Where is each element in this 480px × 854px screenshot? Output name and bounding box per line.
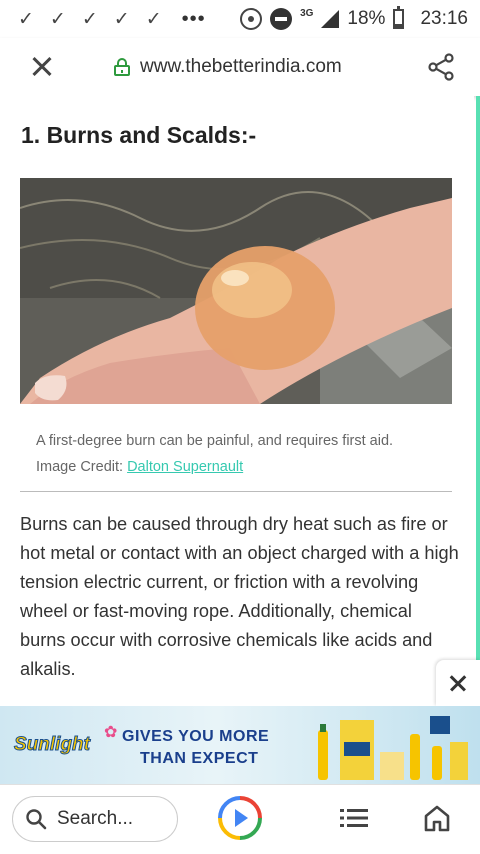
battery-percent: 18% [347,8,386,29]
do-not-disturb-icon [270,8,293,30]
check-icon: ✓ [18,8,34,30]
image-credit-link[interactable]: Dalton Supernault [127,459,243,475]
ad-banner[interactable]: Sunlight ✿ GIVES YOU MORE THAN EXPECT [0,706,480,784]
url-display[interactable]: www.thebetterindia.com [114,56,342,78]
search-icon [26,809,47,830]
check-icon: ✓ [49,8,66,30]
burn-blister-photo [20,178,452,404]
hotspot-icon [240,8,263,30]
image-caption: A first-degree burn can be painful, and … [36,428,436,480]
article-content: 1. Burns and Scalds:- A first-degree bur… [0,96,474,708]
ad-headline-1: GIVES YOU MORE [122,728,270,745]
close-icon[interactable] [22,47,62,87]
scroll-accent-bar [476,96,480,708]
article-paragraph: Burns can be caused through dry heat suc… [20,514,459,679]
play-icon[interactable] [217,795,263,841]
ad-brand-logo: Sunlight [14,734,91,756]
network-type: 3G [300,7,314,19]
battery-icon [393,6,405,29]
check-icon: ✓ [145,8,162,30]
check-icon: ✓ [113,8,130,30]
lock-icon [114,58,130,76]
divider [20,491,452,492]
url-text: www.thebetterindia.com [140,56,342,77]
clock: 23:16 [420,8,468,29]
home-icon[interactable] [423,804,451,832]
check-icon: ✓ [81,8,98,30]
ad-close-button[interactable] [436,660,480,706]
flower-icon: ✿ [104,724,118,741]
status-bar: ✓ ✓ ✓ ✓ ✓ ••• 3G 18% 23:16 [0,0,480,38]
section-heading: 1. Burns and Scalds:- [21,122,257,148]
notification-icons: ✓ ✓ ✓ ✓ ✓ ••• [18,8,206,31]
signal-icon [321,10,340,28]
search-bar[interactable]: Search... [12,796,178,842]
search-placeholder: Search... [57,808,134,829]
url-bar: www.thebetterindia.com [0,38,480,96]
ad-product-image [318,716,468,780]
more-notifications-icon: ••• [181,7,206,30]
ad-headline-2: THAN EXPECT [140,750,259,767]
tabs-icon[interactable] [340,807,368,829]
bottom-navigation: Search... [0,784,480,854]
share-icon[interactable] [426,52,456,82]
